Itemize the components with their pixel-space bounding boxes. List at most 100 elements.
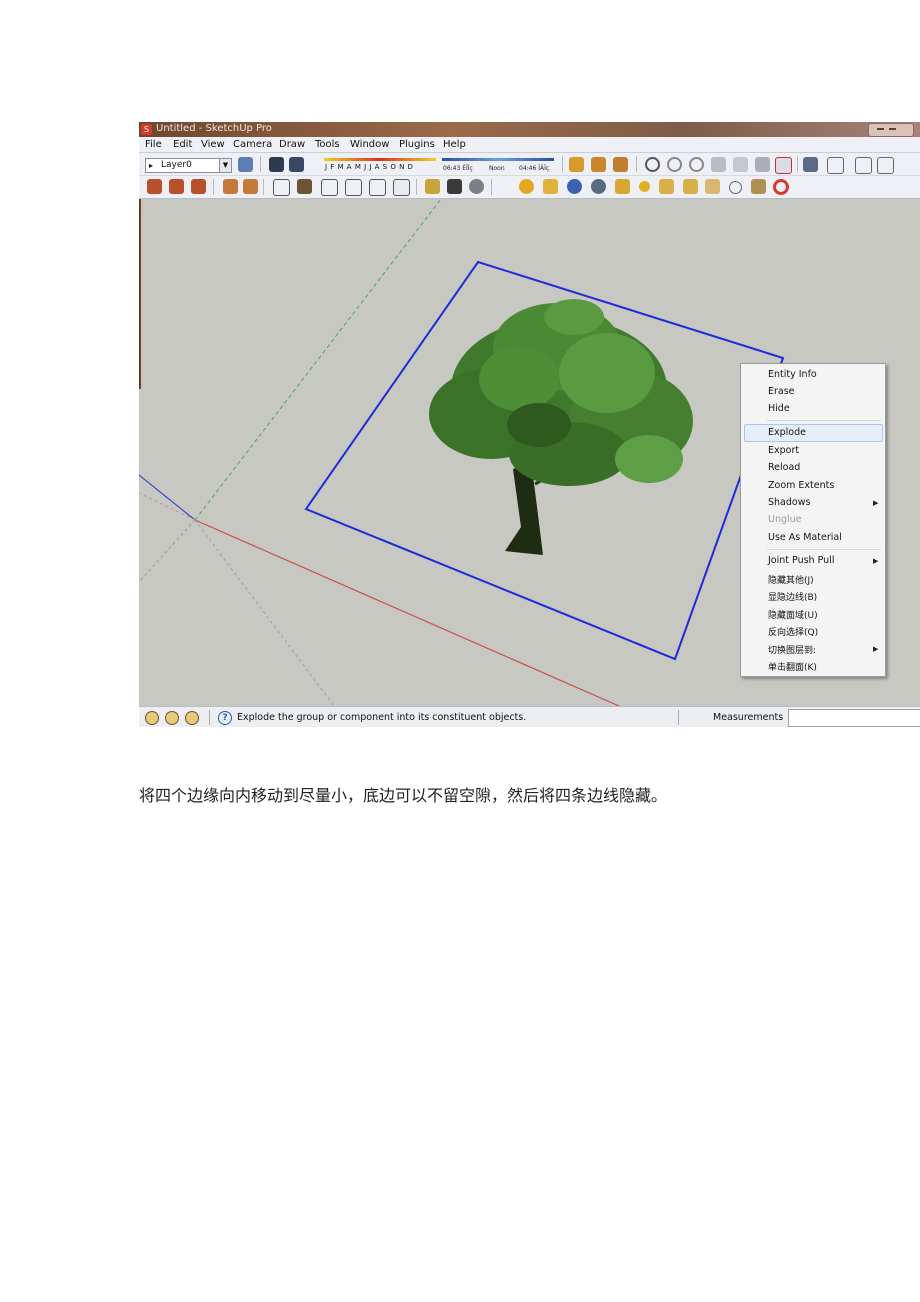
ctx-flip-face[interactable]: 单击翻面(K) [768, 660, 817, 673]
light-sphere-icon[interactable] [639, 181, 650, 192]
terrain-j-icon[interactable] [147, 179, 162, 194]
top-view-icon[interactable] [827, 157, 844, 174]
wall-icon[interactable] [345, 179, 362, 196]
ctx-export[interactable]: Export [768, 445, 799, 456]
materials-m-icon[interactable] [519, 179, 534, 194]
trim-icon[interactable] [733, 157, 748, 172]
tree-component[interactable] [429, 299, 693, 555]
blue-axis-negative [194, 519, 335, 706]
toolbar-divider [416, 179, 417, 195]
layer-value: Layer0 [161, 160, 192, 170]
iso-view-icon[interactable] [803, 157, 818, 172]
spotlight-icon[interactable] [659, 179, 674, 194]
ctx-hide[interactable]: Hide [768, 403, 790, 414]
ctx-explode[interactable]: Explode [768, 427, 806, 438]
submenu-arrow-icon: ▶ [873, 557, 879, 565]
menu-edit[interactable]: Edit [173, 139, 192, 150]
sun-icon[interactable] [751, 179, 766, 194]
split-icon[interactable] [755, 157, 770, 172]
front-view-icon[interactable] [855, 157, 872, 174]
layer-select[interactable]: ▸ Layer0 ▼ [145, 158, 232, 173]
sandbox-icon[interactable] [569, 157, 584, 172]
ctx-zoom-extents[interactable]: Zoom Extents [768, 480, 834, 491]
toolbar-divider [797, 156, 798, 172]
geolocation-icon[interactable] [145, 711, 159, 725]
toolbar-divider [213, 179, 214, 195]
terrain-v-icon[interactable] [169, 179, 184, 194]
arc-tool-icon[interactable] [223, 179, 238, 194]
union-icon[interactable] [689, 157, 704, 172]
footprint-icon[interactable] [447, 179, 462, 194]
chevron-down-icon[interactable]: ▼ [219, 159, 231, 172]
intersect-icon[interactable] [667, 157, 682, 172]
blue-axis [139, 474, 196, 521]
menu-plugins[interactable]: Plugins [399, 139, 435, 150]
frame-icon[interactable] [393, 179, 410, 196]
menu-tools[interactable]: Tools [315, 139, 340, 150]
door-tool-icon[interactable] [297, 179, 312, 194]
time-slider[interactable] [442, 158, 554, 161]
layer-manager-icon[interactable] [238, 157, 253, 172]
ctx-entity-info[interactable]: Entity Info [768, 369, 817, 380]
ctx-toggle-edges[interactable]: 显隐边线(B) [768, 590, 817, 603]
light-flag-icon[interactable] [683, 179, 698, 194]
close-solid-icon[interactable] [775, 157, 792, 174]
green-axis-negative [139, 519, 196, 583]
ctx-reload[interactable]: Reload [768, 462, 800, 473]
measurements-input[interactable] [788, 709, 920, 727]
credits-icon[interactable] [165, 711, 179, 725]
subtract-icon[interactable] [711, 157, 726, 172]
ctx-erase[interactable]: Erase [768, 386, 795, 397]
menu-bar: File Edit View Camera Draw Tools Window … [139, 137, 920, 153]
menu-view[interactable]: View [201, 139, 225, 150]
toolbar-divider [636, 156, 637, 172]
menu-window[interactable]: Window [350, 139, 389, 150]
sandbox-from-scratch-icon[interactable] [591, 157, 606, 172]
menu-file[interactable]: File [145, 139, 162, 150]
house-icon[interactable] [321, 179, 338, 196]
window-left-edge [139, 199, 141, 389]
light-omni-icon[interactable] [729, 181, 742, 194]
ctx-shadows[interactable]: Shadows [768, 497, 810, 508]
roof-icon[interactable] [369, 179, 386, 196]
window-controls[interactable] [868, 123, 914, 137]
look-around-icon[interactable] [469, 179, 484, 194]
render-r-icon[interactable] [567, 179, 582, 194]
pointer-icon: ▸ [149, 161, 154, 170]
help-render-icon[interactable] [591, 179, 606, 194]
stamp-icon[interactable] [613, 157, 628, 172]
light-point-icon[interactable] [705, 179, 720, 194]
render-cycle-icon[interactable] [773, 179, 789, 195]
question-icon[interactable]: ? [218, 711, 232, 725]
sketchup-logo-icon: S [141, 124, 152, 135]
submenu-arrow-icon: ▶ [873, 499, 879, 507]
paint-icon[interactable] [543, 179, 558, 194]
curve-tool-icon[interactable] [243, 179, 258, 194]
menu-camera[interactable]: Camera [233, 139, 272, 150]
submenu-arrow-icon: ▶ [873, 645, 879, 653]
minimize-icon[interactable] [877, 128, 884, 130]
maximize-icon[interactable] [889, 128, 896, 130]
window-tool-icon[interactable] [273, 179, 290, 196]
month-slider[interactable] [324, 158, 436, 161]
menu-help[interactable]: Help [443, 139, 466, 150]
menu-draw[interactable]: Draw [279, 139, 305, 150]
tag-icon[interactable] [615, 179, 630, 194]
person-icon[interactable] [425, 179, 440, 194]
toolbar-row-2 [139, 176, 920, 199]
status-message: Explode the group or component into its … [237, 712, 527, 723]
shadow-settings-icon[interactable] [269, 157, 284, 172]
right-view-icon[interactable] [877, 157, 894, 174]
ctx-invert-selection[interactable]: 反向选择(Q) [768, 625, 818, 638]
terrain-n-icon[interactable] [191, 179, 206, 194]
shadows-toggle-icon[interactable] [289, 157, 304, 172]
ctx-hide-others[interactable]: 隐藏其他(J) [768, 573, 814, 586]
outer-shell-icon[interactable] [645, 157, 660, 172]
ctx-use-as-material[interactable]: Use As Material [768, 532, 842, 543]
ctx-joint-push-pull[interactable]: Joint Push Pull [768, 555, 834, 566]
menu-separator [767, 549, 881, 550]
ctx-switch-layer[interactable]: 切换图层到: [768, 643, 816, 656]
ctx-hide-faces[interactable]: 隐藏面域(U) [768, 608, 818, 621]
window-title: Untitled - SketchUp Pro [156, 123, 272, 134]
user-icon[interactable] [185, 711, 199, 725]
